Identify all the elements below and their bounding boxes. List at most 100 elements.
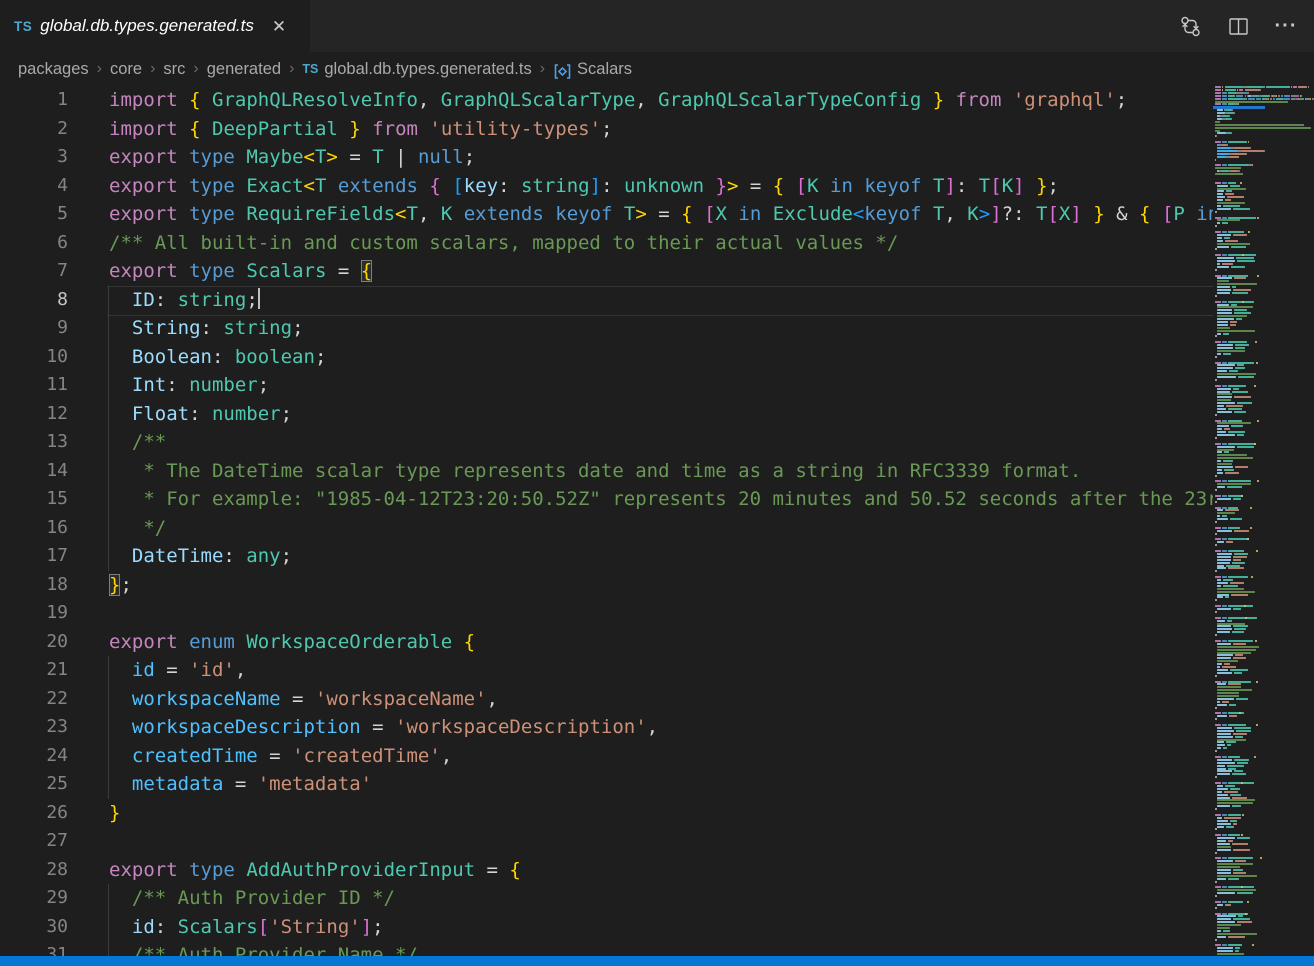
breadcrumb-file[interactable]: global.db.types.generated.ts [324, 60, 531, 79]
code-text: String: string; [109, 314, 1213, 343]
breadcrumb-core[interactable]: core [110, 60, 142, 79]
code-line[interactable]: 13 /** [0, 428, 1213, 457]
tab-global-db-types[interactable]: TS global.db.types.generated.ts ✕ [0, 0, 310, 52]
code-text: workspaceDescription = 'workspaceDescrip… [109, 713, 1213, 742]
line-number: 21 [0, 656, 68, 685]
code-line[interactable]: 22 workspaceName = 'workspaceName', [0, 685, 1213, 714]
code-text: metadata = 'metadata' [109, 770, 1213, 799]
chevron-right-icon: › [150, 60, 155, 78]
code-line[interactable]: 27 [0, 827, 1213, 856]
line-number: 28 [0, 856, 68, 885]
code-line[interactable]: 15 * For example: "1985-04-12T23:20:50.5… [0, 485, 1213, 514]
line-number: 27 [0, 827, 68, 856]
line-number: 8 [0, 286, 68, 315]
line-number: 13 [0, 428, 68, 457]
code-line[interactable]: 18}; [0, 571, 1213, 600]
code-line[interactable]: 29 /** Auth Provider ID */ [0, 884, 1213, 913]
code-line[interactable]: 7export type Scalars = { [0, 257, 1213, 286]
code-line[interactable]: 25 metadata = 'metadata' [0, 770, 1213, 799]
split-editor-icon[interactable] [1226, 14, 1250, 38]
line-number: 6 [0, 229, 68, 258]
close-tab-icon[interactable]: ✕ [272, 18, 286, 35]
line-number: 19 [0, 599, 68, 628]
line-number: 23 [0, 713, 68, 742]
line-number: 12 [0, 400, 68, 429]
code-line[interactable]: 4 export type Exact<T extends { [key: str… [0, 172, 1213, 201]
code-line[interactable]: 6/** All built-in and custom scalars, ma… [0, 229, 1213, 258]
code-text: } [109, 799, 1213, 828]
code-text: Boolean: boolean; [109, 343, 1213, 372]
line-number: 14 [0, 457, 68, 486]
code-line[interactable]: 1import { GraphQLResolveInfo, GraphQLSca… [0, 86, 1213, 115]
line-number: 3 [0, 143, 68, 172]
code-line[interactable]: 26} [0, 799, 1213, 828]
code-text: */ [109, 514, 1213, 543]
more-actions-icon[interactable]: ··· [1274, 14, 1298, 38]
chevron-right-icon: › [193, 60, 198, 78]
breadcrumb-packages[interactable]: packages [18, 60, 89, 79]
code-line[interactable]: 9 String: string; [0, 314, 1213, 343]
code-line[interactable]: 19 [0, 599, 1213, 628]
breadcrumb: packages › core › src › generated › TS g… [0, 52, 1314, 86]
line-number: 30 [0, 913, 68, 942]
code-line[interactable]: 30 id: Scalars['String']; [0, 913, 1213, 942]
code-text [109, 827, 1213, 856]
code-line[interactable]: 16 */ [0, 514, 1213, 543]
code-line[interactable]: 21 id = 'id', [0, 656, 1213, 685]
chevron-right-icon: › [540, 60, 545, 78]
line-number: 18 [0, 571, 68, 600]
breadcrumb-symbol-scalars[interactable]: Scalars [577, 60, 632, 79]
line-number: 2 [0, 115, 68, 144]
indent-guide [108, 286, 109, 571]
chevron-right-icon: › [97, 60, 102, 78]
breadcrumb-src[interactable]: src [163, 60, 185, 79]
line-number: 11 [0, 371, 68, 400]
line-number: 26 [0, 799, 68, 828]
code-line[interactable]: 11 Int: number; [0, 371, 1213, 400]
code-text: DateTime: any; [109, 542, 1213, 571]
code-line[interactable]: 24 createdTime = 'createdTime', [0, 742, 1213, 771]
indent-guide [108, 656, 109, 799]
code-text: workspaceName = 'workspaceName', [109, 685, 1213, 714]
typescript-file-icon: TS [302, 62, 318, 76]
line-number: 29 [0, 884, 68, 913]
code-line[interactable]: 28 export type AddAuthProviderInput = { [0, 856, 1213, 885]
line-number: 5 [0, 200, 68, 229]
minimap[interactable] [1213, 86, 1314, 956]
line-number: 10 [0, 343, 68, 372]
code-text: /** Auth Provider ID */ [109, 884, 1213, 913]
code-lines: 1import { GraphQLResolveInfo, GraphQLSca… [0, 86, 1213, 966]
text-cursor [258, 288, 260, 309]
editor-pane[interactable]: 1import { GraphQLResolveInfo, GraphQLSca… [0, 86, 1213, 966]
code-text: export type AddAuthProviderInput = { [109, 856, 1213, 885]
line-number: 25 [0, 770, 68, 799]
code-text: ID: string; [109, 286, 1213, 315]
line-number: 1 [0, 86, 68, 115]
line-number: 16 [0, 514, 68, 543]
code-text: export type Exact<T extends { [key: stri… [109, 172, 1213, 201]
code-line[interactable]: 2 import { DeepPartial } from 'utility-ty… [0, 115, 1213, 144]
code-text [109, 599, 1213, 628]
code-line[interactable]: 20export enum WorkspaceOrderable { [0, 628, 1213, 657]
line-number: 4 [0, 172, 68, 201]
code-text: createdTime = 'createdTime', [109, 742, 1213, 771]
open-changes-icon[interactable] [1178, 14, 1202, 38]
code-line[interactable]: 3 export type Maybe<T> = T | null; [0, 143, 1213, 172]
code-line[interactable]: 17 DateTime: any; [0, 542, 1213, 571]
breadcrumb-generated[interactable]: generated [207, 60, 281, 79]
indent-guide [108, 884, 109, 966]
status-bar[interactable] [0, 956, 1314, 966]
code-line[interactable]: 5export type RequireFields<T, K extends … [0, 200, 1213, 229]
code-text: }; [109, 571, 1213, 600]
code-line[interactable]: 12 Float: number; [0, 400, 1213, 429]
code-text: * The DateTime scalar type represents da… [109, 457, 1213, 486]
code-text: export type Maybe<T> = T | null; [109, 143, 1213, 172]
code-line[interactable]: 14 * The DateTime scalar type represents… [0, 457, 1213, 486]
code-line[interactable]: 23 workspaceDescription = 'workspaceDesc… [0, 713, 1213, 742]
line-number: 17 [0, 542, 68, 571]
line-number: 15 [0, 485, 68, 514]
code-line[interactable]: 8 ID: string; [0, 286, 1213, 315]
code-text: export type Scalars = { [109, 257, 1213, 286]
code-line[interactable]: 10 Boolean: boolean; [0, 343, 1213, 372]
code-text: import { DeepPartial } from 'utility-typ… [109, 115, 1213, 144]
